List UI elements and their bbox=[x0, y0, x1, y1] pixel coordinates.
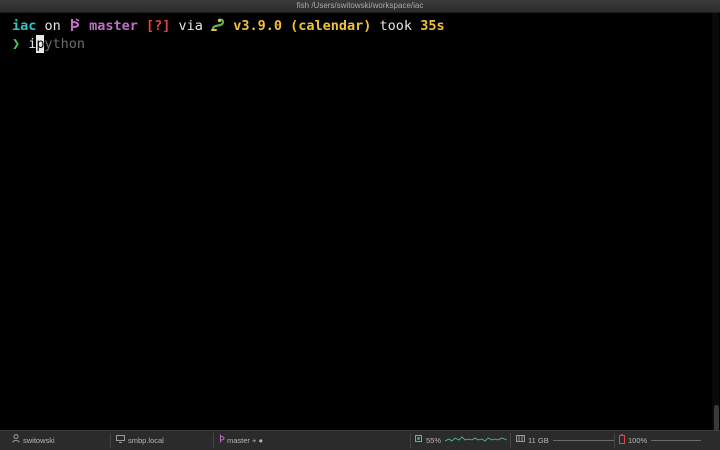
prompt-line: iac on master [?] via v3.9.0 (calendar) … bbox=[12, 17, 445, 35]
status-divider bbox=[410, 433, 411, 448]
prompt-branch: master bbox=[89, 18, 138, 34]
command-typed-text: i bbox=[28, 36, 37, 52]
window-title: fish /Users/switowski/workspace/iac bbox=[296, 1, 424, 10]
battery-icon bbox=[619, 433, 625, 448]
git-branch-icon bbox=[69, 18, 81, 34]
scrollbar-thumb[interactable] bbox=[714, 405, 719, 433]
status-divider bbox=[510, 433, 511, 448]
battery-bar bbox=[651, 440, 702, 441]
status-divider bbox=[213, 433, 214, 448]
memory-bar bbox=[552, 440, 615, 441]
prompt-took-word: took bbox=[379, 18, 413, 34]
status-git-label: master + ● bbox=[227, 436, 263, 445]
prompt-python-version: v3.9.0 bbox=[233, 18, 282, 34]
prompt-via-word: via bbox=[178, 18, 203, 34]
status-cpu[interactable]: 55% bbox=[414, 434, 508, 447]
cpu-icon bbox=[414, 434, 423, 447]
status-cpu-label: 55% bbox=[426, 436, 442, 445]
command-line[interactable]: ❯ ipython bbox=[12, 35, 85, 53]
status-divider bbox=[110, 433, 111, 448]
memory-icon bbox=[516, 434, 525, 447]
status-host-label: smbp.local bbox=[128, 436, 164, 445]
status-battery[interactable]: 100% bbox=[619, 433, 702, 448]
prompt-directory: iac bbox=[12, 18, 37, 34]
computer-icon bbox=[116, 434, 125, 447]
scrollbar[interactable] bbox=[712, 13, 719, 433]
autosuggestion-text: ython bbox=[44, 36, 86, 52]
status-memory[interactable]: 11 GB bbox=[516, 434, 615, 447]
status-user[interactable]: switowski bbox=[12, 434, 55, 447]
prompt-char: ❯ bbox=[12, 36, 21, 52]
status-battery-label: 100% bbox=[628, 436, 648, 445]
prompt-duration: 35s bbox=[420, 18, 445, 34]
status-host[interactable]: smbp.local bbox=[116, 434, 164, 447]
terminal-window: fish /Users/switowski/workspace/iac iac … bbox=[0, 0, 720, 450]
python-snake-icon bbox=[211, 18, 225, 34]
status-bar: switowski smbp.local master + ● 55% 11 G… bbox=[0, 430, 720, 450]
status-divider bbox=[614, 433, 615, 448]
prompt-on-word: on bbox=[44, 18, 61, 34]
status-git[interactable]: master + ● bbox=[219, 434, 263, 447]
title-bar[interactable]: fish /Users/switowski/workspace/iac bbox=[0, 0, 720, 13]
git-branch-icon bbox=[219, 434, 225, 447]
terminal-output[interactable] bbox=[0, 13, 712, 431]
prompt-git-status: [?] bbox=[146, 18, 171, 34]
status-user-label: switowski bbox=[23, 436, 55, 445]
prompt-virtualenv: (calendar) bbox=[290, 18, 372, 34]
status-memory-label: 11 GB bbox=[528, 436, 549, 445]
user-icon bbox=[12, 434, 20, 447]
cpu-sparkline bbox=[444, 434, 508, 447]
